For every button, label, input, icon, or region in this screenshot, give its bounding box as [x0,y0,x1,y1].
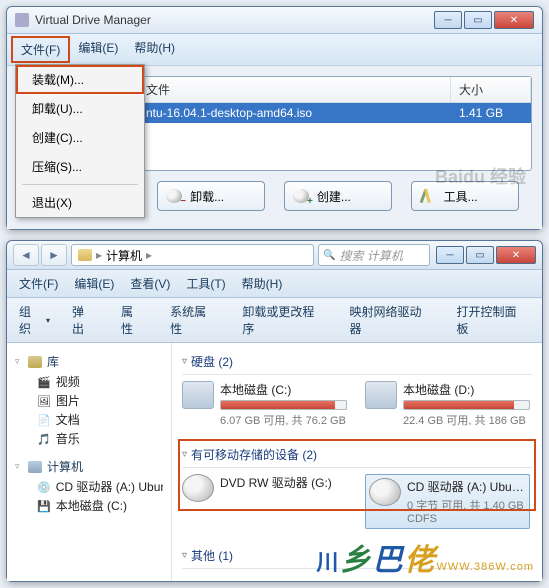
uninstall-button[interactable]: 卸载或更改程序 [236,301,333,339]
menu-compress[interactable]: 压缩(S)... [16,152,144,181]
drive-name: DVD RW 驱动器 (G:) [220,474,347,491]
menu-unload[interactable]: 卸载(U)... [16,94,144,123]
drive-filesystem: CDFS [407,513,526,525]
explorer-menubar: 文件(F) 编辑(E) 查看(V) 工具(T) 帮助(H) [7,270,542,298]
music-icon [37,432,51,446]
disc-create-icon [293,189,309,203]
close-button[interactable]: ✕ [494,11,534,29]
control-panel-button[interactable]: 打开控制面板 [451,301,536,339]
maximize-button[interactable]: ▭ [464,11,492,29]
menu-file[interactable]: 文件(F) [11,272,66,295]
menu-mount[interactable]: 装载(M)... [16,65,144,94]
window-content: 装载(M)... 卸载(U)... 创建(C)... 压缩(S)... 退出(X… [7,66,542,229]
minimize-button[interactable]: ─ [434,11,462,29]
drive-capacity-text: 22.4 GB 可用, 共 186 GB [403,412,530,428]
documents-icon [37,413,51,427]
properties-button[interactable]: 属性 [115,301,154,339]
col-header-name[interactable]: 文件 [138,77,451,102]
eject-button[interactable]: 弹出 [66,301,105,339]
menu-edit[interactable]: 编辑(E) [70,36,126,63]
nav-cd-drive[interactable]: CD 驱动器 (A:) Ubuntu 16.04.1 L [15,477,163,496]
window-title: Virtual Drive Manager [35,13,432,27]
disc-minus-icon [166,189,182,203]
tools-icon [420,189,436,203]
navigation-pane: ▿库 视频 图片 文档 音乐 ▿计算机 CD 驱动器 (A:) Ubuntu 1… [7,343,172,581]
nav-pictures[interactable]: 图片 [15,391,163,410]
nav-local-disk-c[interactable]: 本地磁盘 (C:) [15,496,163,515]
breadcrumb-item[interactable]: 计算机 [106,247,142,264]
library-icon [28,356,42,368]
computer-icon [28,461,42,473]
drive-capacity-text: 6.07 GB 可用, 共 76.2 GB [220,412,347,428]
tools-button[interactable]: 工具... [411,181,519,211]
menu-edit[interactable]: 编辑(E) [66,272,122,295]
menu-help[interactable]: 帮助(H) [234,272,291,295]
file-dropdown-menu: 装载(M)... 卸载(U)... 创建(C)... 压缩(S)... 退出(X… [15,64,145,218]
menu-tools[interactable]: 工具(T) [178,272,233,295]
drive-name: 本地磁盘 (D:) [403,381,530,398]
breadcrumb-chevron-icon: ▸ [146,248,152,262]
explorer-titlebar[interactable]: ◄ ► ▸ 计算机 ▸ 搜索 计算机 ─ ▭ ✕ [7,241,542,270]
nav-videos[interactable]: 视频 [15,372,163,391]
capacity-bar [220,400,347,410]
menu-exit[interactable]: 退出(X) [16,188,144,217]
pictures-icon [37,394,51,408]
drive-c[interactable]: 本地磁盘 (C:) 6.07 GB 可用, 共 76.2 GB [182,381,347,428]
breadcrumb-chevron-icon: ▸ [96,248,102,262]
group-hard-disks[interactable]: 硬盘 (2) [182,349,532,375]
menu-view[interactable]: 查看(V) [122,272,178,295]
drive-name: CD 驱动器 (A:) Ubuntu 16.04.1 L [407,478,526,495]
map-network-drive-button[interactable]: 映射网络驱动器 [343,301,440,339]
minimize-button[interactable]: ─ [436,246,464,264]
maximize-button[interactable]: ▭ [466,246,494,264]
group-removable[interactable]: 有可移动存储的设备 (2) [182,442,532,468]
menu-create[interactable]: 创建(C)... [16,123,144,152]
dvd-icon [182,474,214,502]
explorer-toolbar: 组织 弹出 属性 系统属性 卸载或更改程序 映射网络驱动器 打开控制面板 [7,298,542,343]
menu-help[interactable]: 帮助(H) [126,36,183,63]
file-name: ntu-16.04.1-desktop-amd64.iso [138,103,451,123]
nav-group-libraries[interactable]: ▿库 [15,351,163,372]
nav-music[interactable]: 音乐 [15,429,163,448]
drive-d[interactable]: 本地磁盘 (D:) 22.4 GB 可用, 共 186 GB [365,381,530,428]
hdd-icon [182,381,214,409]
nav-forward-button[interactable]: ► [41,244,67,266]
menu-separator [22,184,138,185]
file-list-header: 文件 大小 [138,77,531,103]
file-size: 1.41 GB [451,103,531,123]
nav-group-computer[interactable]: ▿计算机 [15,456,163,477]
titlebar[interactable]: Virtual Drive Manager ─ ▭ ✕ [7,7,542,34]
menubar: 文件(F) 编辑(E) 帮助(H) [7,34,542,66]
explorer-window: ◄ ► ▸ 计算机 ▸ 搜索 计算机 ─ ▭ ✕ 文件(F) 编辑(E) 查看(… [6,240,543,582]
drive-capacity-text: 0 字节 可用, 共 1.40 GB [407,497,526,513]
app-icon [15,13,29,27]
system-properties-button[interactable]: 系统属性 [164,301,226,339]
hdd-icon [37,499,51,513]
cd-icon [369,478,401,506]
drive-name: 本地磁盘 (C:) [220,381,347,398]
hdd-icon [365,381,397,409]
col-header-size[interactable]: 大小 [451,77,531,102]
cd-icon [37,480,51,494]
menu-file[interactable]: 文件(F) [11,36,70,63]
drive-dvd[interactable]: DVD RW 驱动器 (G:) [182,474,347,529]
capacity-bar [403,400,530,410]
video-icon [37,375,51,389]
close-button[interactable]: ✕ [496,246,536,264]
breadcrumb-bar[interactable]: ▸ 计算机 ▸ [71,244,314,266]
computer-icon [78,249,92,261]
virtual-drive-manager-window: Virtual Drive Manager ─ ▭ ✕ 文件(F) 编辑(E) … [6,6,543,230]
unload-button[interactable]: 卸载... [157,181,265,211]
create-button[interactable]: 创建... [284,181,392,211]
main-pane: 硬盘 (2) 本地磁盘 (C:) 6.07 GB 可用, 共 76.2 GB 本… [172,343,542,581]
nav-back-button[interactable]: ◄ [13,244,39,266]
nav-documents[interactable]: 文档 [15,410,163,429]
organize-button[interactable]: 组织 [13,301,56,339]
explorer-body: ▿库 视频 图片 文档 音乐 ▿计算机 CD 驱动器 (A:) Ubuntu 1… [7,343,542,581]
file-row-selected[interactable]: ntu-16.04.1-desktop-amd64.iso 1.41 GB [138,103,531,123]
search-input[interactable]: 搜索 计算机 [318,244,430,266]
drive-cd-selected[interactable]: CD 驱动器 (A:) Ubuntu 16.04.1 L 0 字节 可用, 共 … [365,474,530,529]
group-other[interactable]: 其他 (1) [182,543,532,569]
file-list: 文件 大小 ntu-16.04.1-desktop-amd64.iso 1.41… [137,76,532,171]
